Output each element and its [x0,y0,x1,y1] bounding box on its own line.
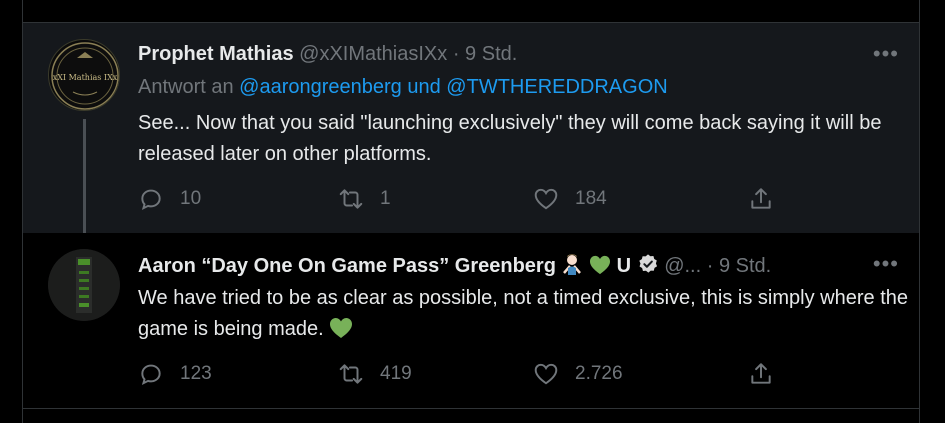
share-icon [751,363,771,384]
reply-count: 123 [180,363,212,384]
mathias-logo: xXI Mathias IXx [51,42,119,110]
reply-context: Antwort an @aarongreenberg und @TWTHERED… [138,76,668,99]
retweet-button[interactable]: 419 [338,361,412,387]
verified-icon [637,253,659,281]
share-icon [751,188,771,209]
separator: · [447,43,466,65]
reply-button[interactable]: 10 [138,186,201,212]
author-handle[interactable]: @... [664,255,701,277]
tweet-time[interactable]: 9 Std. [465,43,517,65]
timeline-column: xXI Mathias IXx Prophet Mathias @xXIMath… [22,0,920,423]
author-handle[interactable]: @xXIMathiasIXx [299,43,447,65]
tweet-actions: 123 419 2.726 [138,361,899,391]
next-tweet-divider [23,408,919,423]
separator: · [701,255,719,277]
green-heart-emoji [329,318,353,340]
avatar-prophet-mathias[interactable]: xXI Mathias IXx [48,39,120,111]
person-gesturing-no-emoji [561,254,589,277]
mention-twthereddragon[interactable]: @TWTHEREDDRAGON [446,76,667,98]
tweet-actions: 10 1 184 [138,186,899,216]
tweet-header: Prophet Mathias @xXIMathiasIXx · 9 Std. … [138,41,899,69]
reply-button[interactable]: 123 [138,361,212,387]
tweet-text: See... Now that you said "launching excl… [138,112,882,165]
more-options-icon[interactable]: ••• [873,41,899,67]
like-button[interactable]: 2.726 [533,361,623,387]
tweet-header: Aaron “Day One On Game Pass” Greenberg U… [138,251,899,281]
share-button[interactable] [748,186,774,212]
share-button[interactable] [748,361,774,387]
tweet-text-body: We have tried to be as clear as possible… [138,287,908,340]
reply-and[interactable]: und [402,76,446,98]
tweet-prophet-mathias[interactable]: xXI Mathias IXx Prophet Mathias @xXIMath… [23,23,919,247]
retweet-button[interactable]: 1 [338,186,391,212]
like-icon [534,363,558,385]
reply-icon [141,189,161,211]
xbox-console-image [48,249,120,321]
name-suffix[interactable]: U [617,255,631,277]
previous-tweet-divider [23,0,919,23]
author-name[interactable]: Aaron “Day One On Game Pass” Greenberg [138,255,556,277]
avatar-text: xXI Mathias IXx [53,73,118,82]
retweet-icon [339,364,363,384]
reply-count: 10 [180,188,202,209]
like-icon [534,188,558,210]
tweet-time[interactable]: 9 Std. [719,255,771,277]
tweet-text: We have tried to be as clear as possible… [138,283,908,345]
retweet-count: 1 [380,188,391,209]
like-count: 184 [575,188,607,209]
reply-prefix: Antwort an [138,76,240,98]
more-options-icon[interactable]: ••• [873,251,899,277]
avatar-aaron-greenberg[interactable] [48,249,120,321]
reply-icon [141,364,161,386]
retweet-count: 419 [380,363,412,384]
author-name[interactable]: Prophet Mathias [138,43,294,65]
like-count: 2.726 [575,363,623,384]
green-heart-emoji [589,255,617,277]
like-button[interactable]: 184 [533,186,607,212]
mention-aarongreenberg[interactable]: @aarongreenberg [239,76,402,98]
tweet-aaron-greenberg[interactable]: Aaron “Day One On Game Pass” Greenberg U… [23,233,919,409]
thread-connector [83,119,86,247]
retweet-icon [339,189,363,209]
